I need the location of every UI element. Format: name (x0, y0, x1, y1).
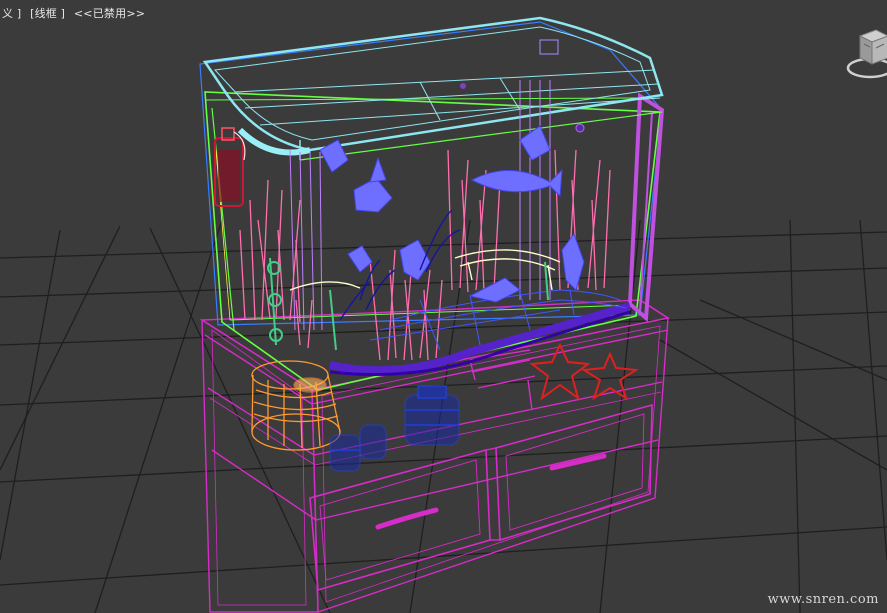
aquarium-cabinet (199, 299, 670, 613)
perspective-viewport[interactable]: 义 ] [线框 ] <<已禁用>> www.snren.com (0, 0, 887, 613)
blue-jars (329, 385, 460, 472)
viewport-label[interactable]: 义 ] [线框 ] <<已禁用>> (2, 5, 150, 21)
watermark-text: www.snren.com (767, 592, 879, 607)
lid-ornament (575, 123, 585, 133)
viewport-label-view[interactable]: 义 ] (2, 7, 21, 20)
aquarium-lid (202, 16, 664, 161)
viewcube-icon[interactable] (842, 24, 887, 84)
viewport-label-shading[interactable]: [线框 ] (30, 7, 65, 20)
viewport-scene[interactable] (0, 0, 887, 613)
viewport-label-status[interactable]: <<已禁用>> (74, 7, 145, 20)
fire-extinguisher (214, 127, 246, 207)
